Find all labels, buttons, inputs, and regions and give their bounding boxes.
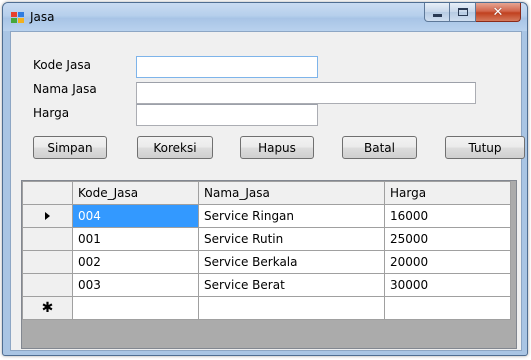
cell-nama-jasa[interactable]: Service Ringan xyxy=(198,204,385,228)
cell-kode-jasa[interactable]: 004 xyxy=(72,204,199,228)
simpan-button[interactable]: Simpan xyxy=(33,136,107,159)
cell-harga[interactable]: 30000 xyxy=(384,273,511,297)
row-header[interactable] xyxy=(22,273,73,297)
koreksi-button[interactable]: Koreksi xyxy=(137,136,213,159)
table-row[interactable]: 003 Service Berat 30000 xyxy=(22,273,511,297)
data-grid-table: Kode_Jasa Nama_Jasa Harga 004 Service Ri… xyxy=(22,181,511,320)
maximize-button[interactable] xyxy=(450,3,476,22)
harga-input[interactable] xyxy=(136,104,318,126)
caption-buttons: ✕ xyxy=(424,3,521,23)
row-header[interactable] xyxy=(22,204,73,228)
row-header[interactable] xyxy=(22,227,73,251)
minimize-button[interactable] xyxy=(424,3,450,22)
column-header-nama-jasa[interactable]: Nama_Jasa xyxy=(198,181,385,205)
minimize-icon xyxy=(432,13,442,17)
kode-jasa-input[interactable] xyxy=(136,56,318,78)
grid-header-row: Kode_Jasa Nama_Jasa Harga xyxy=(22,181,511,205)
cell-kode-jasa[interactable]: 002 xyxy=(72,250,199,274)
new-row-icon: ✱ xyxy=(41,300,54,316)
grid-corner-cell[interactable] xyxy=(22,181,73,205)
cell-nama-jasa[interactable]: Service Berkala xyxy=(198,250,385,274)
close-button[interactable]: ✕ xyxy=(476,3,521,22)
current-row-icon xyxy=(45,212,50,220)
column-header-kode-jasa[interactable]: Kode_Jasa xyxy=(72,181,199,205)
nama-jasa-label: Nama Jasa xyxy=(33,82,97,96)
data-grid[interactable]: Kode_Jasa Nama_Jasa Harga 004 Service Ri… xyxy=(21,180,517,349)
new-row[interactable]: ✱ xyxy=(22,296,511,320)
cell-nama-jasa[interactable]: Service Berat xyxy=(198,273,385,297)
column-header-harga[interactable]: Harga xyxy=(384,181,511,205)
harga-label: Harga xyxy=(33,106,70,120)
kode-jasa-label: Kode Jasa xyxy=(33,58,91,72)
window-title: Jasa xyxy=(30,10,55,24)
row-header[interactable]: ✱ xyxy=(22,296,73,320)
cell-nama-jasa[interactable] xyxy=(198,296,385,320)
app-window: Jasa ✕ Kode Jasa Nama Jasa Harga Simpan … xyxy=(2,2,528,356)
cell-harga[interactable] xyxy=(384,296,511,320)
close-icon: ✕ xyxy=(492,4,504,20)
cell-harga[interactable]: 25000 xyxy=(384,227,511,251)
table-row[interactable]: 004 Service Ringan 16000 xyxy=(22,204,511,228)
hapus-button[interactable]: Hapus xyxy=(240,136,314,159)
batal-button[interactable]: Batal xyxy=(342,136,417,159)
cell-kode-jasa[interactable] xyxy=(72,296,199,320)
cell-nama-jasa[interactable]: Service Rutin xyxy=(198,227,385,251)
row-header[interactable] xyxy=(22,250,73,274)
nama-jasa-input[interactable] xyxy=(136,82,476,104)
table-row[interactable]: 001 Service Rutin 25000 xyxy=(22,227,511,251)
form-client-area: Kode Jasa Nama Jasa Harga Simpan Koreksi… xyxy=(10,31,525,351)
cell-kode-jasa[interactable]: 003 xyxy=(72,273,199,297)
title-bar[interactable]: Jasa ✕ xyxy=(3,3,527,31)
table-row[interactable]: 002 Service Berkala 20000 xyxy=(22,250,511,274)
tutup-button[interactable]: Tutup xyxy=(445,136,525,159)
cell-harga[interactable]: 20000 xyxy=(384,250,511,274)
windows-form-icon xyxy=(11,12,25,24)
cell-kode-jasa[interactable]: 001 xyxy=(72,227,199,251)
cell-harga[interactable]: 16000 xyxy=(384,204,511,228)
maximize-icon xyxy=(457,8,468,16)
